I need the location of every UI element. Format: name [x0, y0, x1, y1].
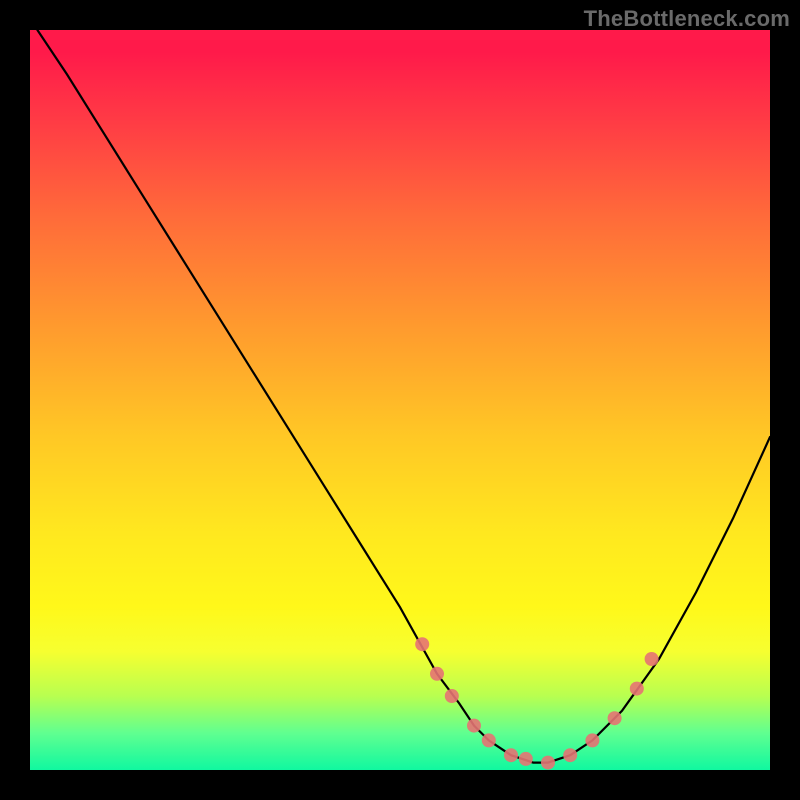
highlight-dot — [519, 752, 533, 766]
optimal-range-dots — [415, 637, 658, 769]
highlight-dot — [585, 733, 599, 747]
highlight-dot — [645, 652, 659, 666]
highlight-dot — [608, 711, 622, 725]
highlight-dot — [467, 719, 481, 733]
bottleneck-curve — [37, 30, 770, 763]
highlight-dot — [445, 689, 459, 703]
highlight-dot — [482, 733, 496, 747]
watermark-label: TheBottleneck.com — [584, 6, 790, 32]
highlight-dot — [430, 667, 444, 681]
highlight-dot — [541, 756, 555, 770]
highlight-dot — [504, 748, 518, 762]
highlight-dot — [563, 748, 577, 762]
chart-svg — [30, 30, 770, 770]
highlight-dot — [630, 682, 644, 696]
highlight-dot — [415, 637, 429, 651]
